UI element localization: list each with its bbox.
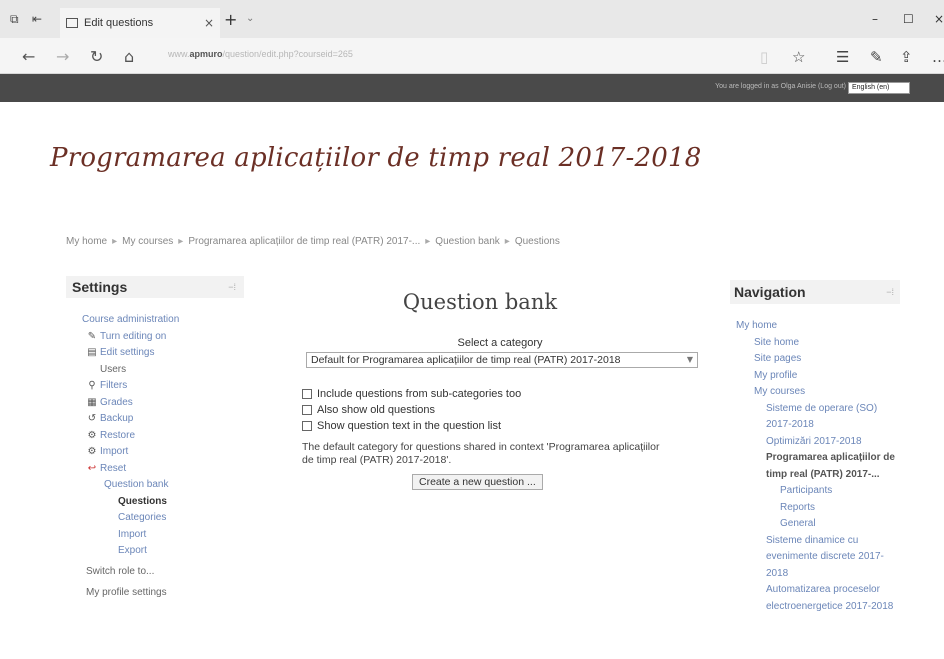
settings-item-categories[interactable]: Categories <box>66 510 244 527</box>
more-icon[interactable]: … <box>932 48 944 66</box>
reading-view-icon[interactable]: ▯ <box>760 48 768 66</box>
settings-item-course-administration[interactable]: Course administration <box>66 312 244 329</box>
create-new-question-button[interactable]: Create a new question ... <box>412 474 543 490</box>
nav-item-course-so[interactable]: Sisteme de operare (SO) 2017-2018 <box>730 401 900 434</box>
settings-item-users[interactable]: Users <box>66 362 244 379</box>
nav-item-course-automatizarea[interactable]: Automatizarea proceselor electroenergeti… <box>730 582 900 615</box>
minimize-icon[interactable]: – <box>872 12 878 26</box>
block-dock-icon[interactable]: −⁞ <box>228 282 236 292</box>
site-top-bar: You are logged in as Olga Anisie (Log ou… <box>0 74 944 102</box>
web-note-icon[interactable]: ✎ <box>870 48 883 66</box>
settings-doc-icon: ▤ <box>87 347 97 358</box>
settings-item-import[interactable]: ⚙ Import <box>66 444 244 461</box>
navigation-block-title: Navigation <box>734 284 806 300</box>
nav-item-site-pages[interactable]: Site pages <box>730 351 900 368</box>
settings-item-qb-import[interactable]: Import <box>66 527 244 544</box>
settings-item-grades[interactable]: ▦ Grades <box>66 395 244 412</box>
nav-item-site-home[interactable]: Site home <box>730 335 900 352</box>
block-dock-icon[interactable]: −⁞ <box>886 287 894 297</box>
nav-item-course-patr[interactable]: Programarea aplicațiilor de timp real (P… <box>730 450 900 483</box>
settings-block-header: Settings −⁞ <box>66 276 244 298</box>
include-subcategories-checkbox[interactable]: Include questions from sub-categories to… <box>302 388 521 400</box>
checkbox-box[interactable] <box>302 421 312 431</box>
grades-icon: ▦ <box>87 396 97 408</box>
page-favicon-icon <box>66 18 78 28</box>
home-icon[interactable]: ⌂ <box>124 47 134 66</box>
favorites-hub-icon[interactable]: ☰ <box>836 48 849 66</box>
filter-icon: ⚲ <box>88 380 96 391</box>
settings-item-edit-settings[interactable]: ▤ Edit settings <box>66 345 244 362</box>
select-category-label: Select a category <box>457 337 543 349</box>
url-field[interactable]: www.apmuro/question/edit.php?courseid=26… <box>168 49 353 59</box>
nav-item-my-courses[interactable]: My courses <box>730 384 900 401</box>
settings-item-restore[interactable]: ⚙ Restore <box>66 428 244 445</box>
breadcrumb-course[interactable]: Programarea aplicațiilor de timp real (P… <box>188 236 420 247</box>
settings-item-my-profile[interactable]: My profile settings <box>66 585 244 602</box>
show-old-questions-checkbox[interactable]: Also show old questions <box>302 404 435 416</box>
nav-item-my-home[interactable]: My home <box>730 318 900 335</box>
category-select-value: Default for Programarea aplicațiilor de … <box>311 354 621 366</box>
category-select[interactable]: Default for Programarea aplicațiilor de … <box>306 352 698 368</box>
browser-address-bar: ← → ↻ ⌂ www.apmuro/question/edit.php?cou… <box>0 38 944 74</box>
default-category-note: The default category for questions share… <box>302 441 660 466</box>
import-icon: ⚙ <box>87 446 97 457</box>
settings-block-title: Settings <box>72 279 128 295</box>
settings-item-question-bank[interactable]: Question bank <box>66 477 244 494</box>
new-tab-button[interactable]: + <box>224 10 237 29</box>
url-path: /question/edit.php?courseid=265 <box>222 49 353 59</box>
main-content: Question bank Select a category Default … <box>300 290 700 490</box>
navigation-block-header: Navigation −⁞ <box>730 280 900 304</box>
breadcrumb-my-courses[interactable]: My courses <box>122 236 173 247</box>
settings-item-filters[interactable]: ⚲ Filters <box>66 378 244 395</box>
tab-title: Edit questions <box>84 17 154 29</box>
tab-actions-icon[interactable]: ⧉ <box>10 12 19 27</box>
chevron-down-icon: ▼ <box>686 355 693 364</box>
maximize-icon[interactable]: ☐ <box>903 12 914 26</box>
url-prefix: www. <box>168 49 190 59</box>
settings-item-questions[interactable]: Questions <box>66 494 244 511</box>
navigation-block: Navigation −⁞ My home Site home Site pag… <box>730 280 900 615</box>
tab-dropdown-icon[interactable]: ⌄ <box>246 13 254 24</box>
close-window-icon[interactable]: × <box>934 12 944 26</box>
browser-tab[interactable]: Edit questions × <box>60 8 220 38</box>
settings-item-turn-editing-on[interactable]: ✎ Turn editing on <box>66 329 244 346</box>
backup-icon: ↺ <box>87 413 97 424</box>
reset-icon: ↩ <box>87 462 97 474</box>
settings-block: Settings −⁞ Course administration ✎ Turn … <box>66 276 244 602</box>
nav-item-my-profile[interactable]: My profile <box>730 368 900 385</box>
breadcrumb-questions[interactable]: Questions <box>515 236 560 247</box>
set-tabs-aside-icon[interactable]: ⇤ <box>32 12 42 26</box>
edit-pen-icon: ✎ <box>87 330 97 342</box>
nav-item-course-sisteme-dinamice[interactable]: Sisteme dinamice cu evenimente discrete … <box>730 533 900 583</box>
nav-item-reports[interactable]: Reports <box>730 500 900 517</box>
settings-item-backup[interactable]: ↺ Backup <box>66 411 244 428</box>
checkbox-box[interactable] <box>302 405 312 415</box>
nav-item-general[interactable]: General <box>730 516 900 533</box>
forward-icon[interactable]: → <box>56 47 69 66</box>
refresh-icon[interactable]: ↻ <box>90 47 103 66</box>
page-title: Question bank <box>402 290 558 314</box>
breadcrumb-my-home[interactable]: My home <box>66 236 107 247</box>
show-question-text-checkbox[interactable]: Show question text in the question list <box>302 420 501 432</box>
language-select[interactable]: English (en) <box>848 82 910 94</box>
back-icon[interactable]: ← <box>22 47 35 66</box>
course-title: Programarea aplicațiilor de timp real 20… <box>50 143 702 173</box>
login-info[interactable]: You are logged in as Olga Anisie (Log ou… <box>715 83 846 90</box>
settings-item-switch-role[interactable]: Switch role to... <box>66 564 244 581</box>
share-icon[interactable]: ⇪ <box>900 48 913 66</box>
settings-item-export[interactable]: Export <box>66 543 244 560</box>
favorite-star-icon[interactable]: ☆ <box>792 48 805 66</box>
nav-item-course-optimizari[interactable]: Optimizări 2017-2018 <box>730 434 900 451</box>
url-host: apmuro <box>189 49 223 59</box>
browser-tab-strip: ⧉ ⇤ Edit questions × + ⌄ – ☐ × <box>0 0 944 38</box>
checkbox-box[interactable] <box>302 389 312 399</box>
nav-item-participants[interactable]: Participants <box>730 483 900 500</box>
breadcrumb: My home ▸ My courses ▸ Programarea aplicații… <box>66 236 560 247</box>
breadcrumb-question-bank[interactable]: Question bank <box>435 236 500 247</box>
restore-icon: ⚙ <box>87 429 97 441</box>
settings-item-reset[interactable]: ↩ Reset <box>66 461 244 478</box>
tab-close-icon[interactable]: × <box>204 16 214 30</box>
